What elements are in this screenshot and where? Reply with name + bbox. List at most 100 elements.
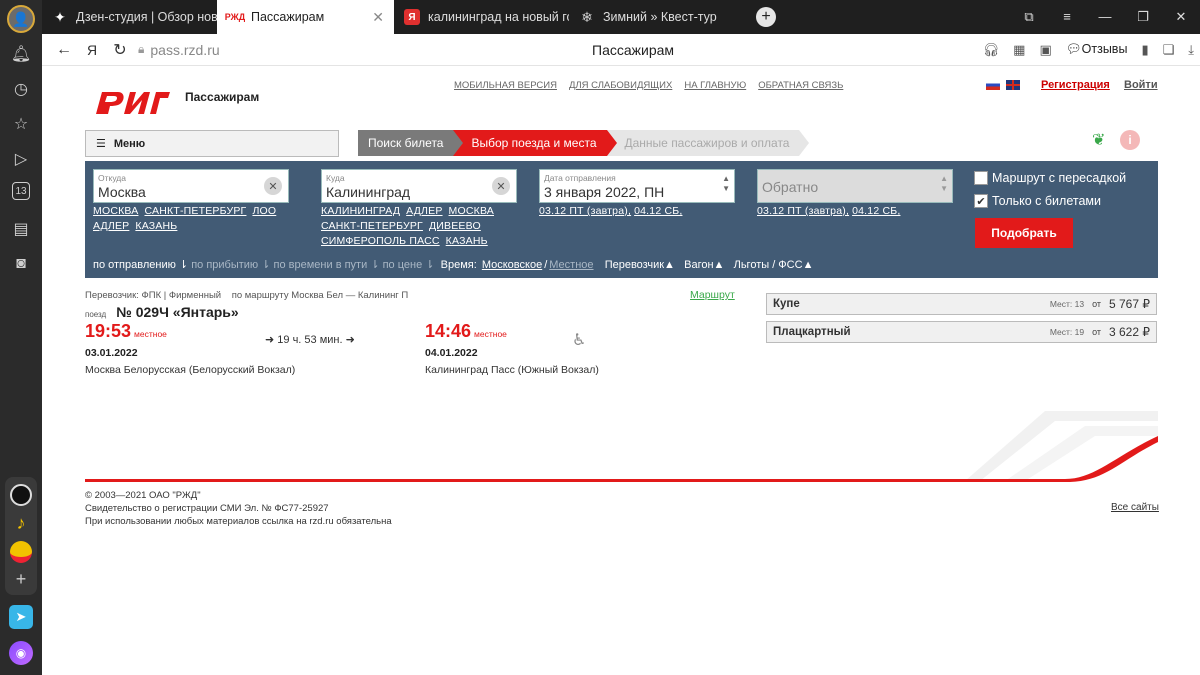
sort-by-arrival[interactable]: по прибытию ⇂ [191, 259, 270, 271]
close-tab-icon[interactable]: ✕ [366, 9, 384, 26]
car-class-kupe[interactable]: Купе Мест: 13 от 5 767 ₽ [766, 293, 1157, 315]
feedback-link[interactable]: ОБРАТНАЯ СВЯЗЬ [758, 80, 843, 91]
headphones-icon[interactable]: 🎧︎ [983, 42, 1000, 58]
quick-station[interactable]: КАЗАНЬ [135, 220, 177, 232]
screenshot-icon[interactable]: ◙ [9, 252, 33, 276]
feedback-button[interactable]: 💬︎Отзывы [1066, 42, 1128, 57]
step-search[interactable]: Поиск билета [358, 130, 465, 156]
star-icon[interactable]: ☆ [9, 112, 33, 136]
time-moscow-option[interactable]: Московское [482, 259, 542, 271]
russian-flag-icon[interactable] [986, 80, 1000, 90]
collections-icon[interactable]: ❏ [1163, 42, 1175, 58]
wagon-filter[interactable]: Вагон▲ [684, 259, 724, 271]
info-icon[interactable]: i [1120, 130, 1140, 150]
quick-station[interactable]: КАЗАНЬ [446, 235, 488, 247]
benefits-filter[interactable]: Льготы / ФСС▲ [734, 259, 814, 271]
caret-up-icon: ▲ [713, 259, 725, 271]
download-icon[interactable]: ⤓ [1188, 42, 1194, 58]
bookmark-icon[interactable]: ▮ [1141, 42, 1148, 58]
time-local-option[interactable]: Местное [549, 259, 593, 271]
date-spinner-icon[interactable]: ▲ ▼ [722, 174, 730, 194]
clear-to-icon[interactable]: ✕ [492, 177, 510, 195]
car-class-platskart[interactable]: Плацкартный Мест: 19 от 3 622 ₽ [766, 321, 1157, 343]
to-quick-links: КАЛИНИНГРАД АДЛЕР МОСКВА САНКТ-ПЕТЕРБУРГ ДИВ… [321, 204, 521, 249]
tab-zen[interactable]: ✦ Дзен-студия | Обзор нов [42, 0, 217, 34]
quick-station[interactable]: СИМФЕРОПОЛЬ ПАСС [321, 235, 440, 247]
quick-date[interactable]: 04.12 СБ, [852, 205, 900, 217]
url-text[interactable]: pass.rzd.ru [150, 42, 219, 58]
messenger-icon[interactable]: ➤ [9, 605, 33, 629]
transfer-checkbox[interactable]: Маршрут с пересадкой [974, 171, 1126, 185]
extension-icon[interactable]: ▣ [1039, 42, 1051, 58]
notes-icon[interactable]: ▤ [9, 217, 33, 241]
tab-quest[interactable]: ❄ Зимний » Квест-тур [569, 0, 744, 34]
lock-icon[interactable]: 🔒︎ [138, 42, 144, 57]
to-field[interactable]: Куда Калининград ✕ [321, 169, 517, 203]
carrier-filter[interactable]: Перевозчик▲ [605, 259, 675, 271]
tabs-overview-icon[interactable]: ⧉ [1010, 9, 1048, 25]
reload-icon[interactable]: ↻ [106, 40, 134, 60]
from-field[interactable]: Откуда Москва ✕ [93, 169, 289, 203]
quick-date[interactable]: 03.12 ПТ (завтра), [757, 205, 849, 217]
sort-by-departure[interactable]: по отправлению ⇂ [93, 259, 188, 271]
close-window-icon[interactable]: ✕ [1162, 9, 1200, 25]
profile-avatar[interactable]: 👤 [7, 5, 35, 33]
return-date-field[interactable]: Обратно ▲ ▼ [757, 169, 953, 203]
speech-bubble-icon: 💬︎ [1065, 42, 1082, 56]
eco-leaf-icon[interactable]: ❦ [1092, 130, 1105, 150]
quick-station[interactable]: МОСКВА [449, 205, 494, 217]
tab-search[interactable]: Я калининград на новый го [394, 0, 569, 34]
quick-station[interactable]: КАЛИНИНГРАД [321, 205, 400, 217]
step-choose-train[interactable]: Выбор поезда и места [453, 130, 617, 156]
train-number[interactable]: № 029Ч «Янтарь» [116, 304, 238, 320]
english-flag-icon[interactable] [1006, 80, 1020, 90]
arr-time-value: 14:46 [425, 321, 472, 341]
quick-station[interactable]: МОСКВА [93, 205, 138, 217]
home-link[interactable]: НА ГЛАВНУЮ [684, 80, 746, 91]
window-controls: ⧉ ≡ — ❐ ✕ [1010, 9, 1200, 25]
yandex-home-icon[interactable]: Я [78, 42, 106, 58]
find-button[interactable]: Подобрать [975, 218, 1073, 248]
calendar-icon[interactable]: 13 [12, 182, 30, 200]
rzd-logo[interactable] [92, 84, 172, 120]
quick-station[interactable]: ДИВЕЕВО [429, 220, 481, 232]
return-spinner-icon[interactable]: ▲ ▼ [940, 174, 948, 194]
bell-icon[interactable]: 🔔︎ [9, 42, 33, 66]
menu-button[interactable]: ☰ Меню [85, 130, 339, 157]
minimize-icon[interactable]: — [1086, 9, 1124, 25]
quick-station[interactable]: САНКТ-ПЕТЕРБУРГ [144, 205, 246, 217]
all-sites-link[interactable]: Все сайты [1111, 502, 1159, 513]
eats-app-icon[interactable] [10, 541, 32, 563]
yandex-music-icon[interactable]: ♪ [10, 513, 32, 535]
menu-icon[interactable]: ≡ [1048, 9, 1086, 25]
route-link[interactable]: Маршрут [690, 289, 735, 301]
login-link[interactable]: Войти [1124, 79, 1158, 91]
departure-date-field[interactable]: Дата отправления 3 января 2022, ПН ▲ ▼ [539, 169, 735, 203]
play-icon[interactable]: ▷ [9, 147, 33, 171]
quick-station[interactable]: АДЛЕР [93, 220, 129, 232]
quick-station[interactable]: ЛОО [252, 205, 276, 217]
tickets-only-checkbox[interactable]: ✔ Только с билетами [974, 194, 1101, 208]
sort-by-price[interactable]: по цене ⇂ [383, 259, 435, 271]
language-flags [986, 80, 1020, 90]
clear-from-icon[interactable]: ✕ [264, 177, 282, 195]
quick-station[interactable]: АДЛЕР [406, 205, 442, 217]
quick-station[interactable]: САНКТ-ПЕТЕРБУРГ [321, 220, 423, 232]
feedback-label: Отзывы [1081, 42, 1128, 56]
to-label: Куда [326, 173, 345, 183]
history-icon[interactable]: ◷ [9, 77, 33, 101]
sort-by-travel-time[interactable]: по времени в пути ⇂ [274, 259, 380, 271]
quick-date[interactable]: 03.12 ПТ (завтра), [539, 205, 631, 217]
alice-icon[interactable]: ◉ [9, 641, 33, 665]
register-link[interactable]: Регистрация [1041, 79, 1110, 91]
add-app-icon[interactable]: + [10, 569, 32, 591]
tab-passengers[interactable]: РЖД Пассажирам ✕ [217, 0, 394, 34]
accessibility-link[interactable]: ДЛЯ СЛАБОВИДЯЩИХ [569, 80, 672, 91]
alice-app-icon[interactable] [10, 484, 32, 506]
mobile-version-link[interactable]: МОБИЛЬНАЯ ВЕРСИЯ [454, 80, 557, 91]
back-icon[interactable]: ← [50, 41, 78, 59]
new-tab-button[interactable]: + [756, 7, 776, 27]
restore-icon[interactable]: ❐ [1124, 9, 1162, 25]
quick-date[interactable]: 04.12 СБ, [634, 205, 682, 217]
reader-icon[interactable]: ▦ [1013, 42, 1025, 58]
